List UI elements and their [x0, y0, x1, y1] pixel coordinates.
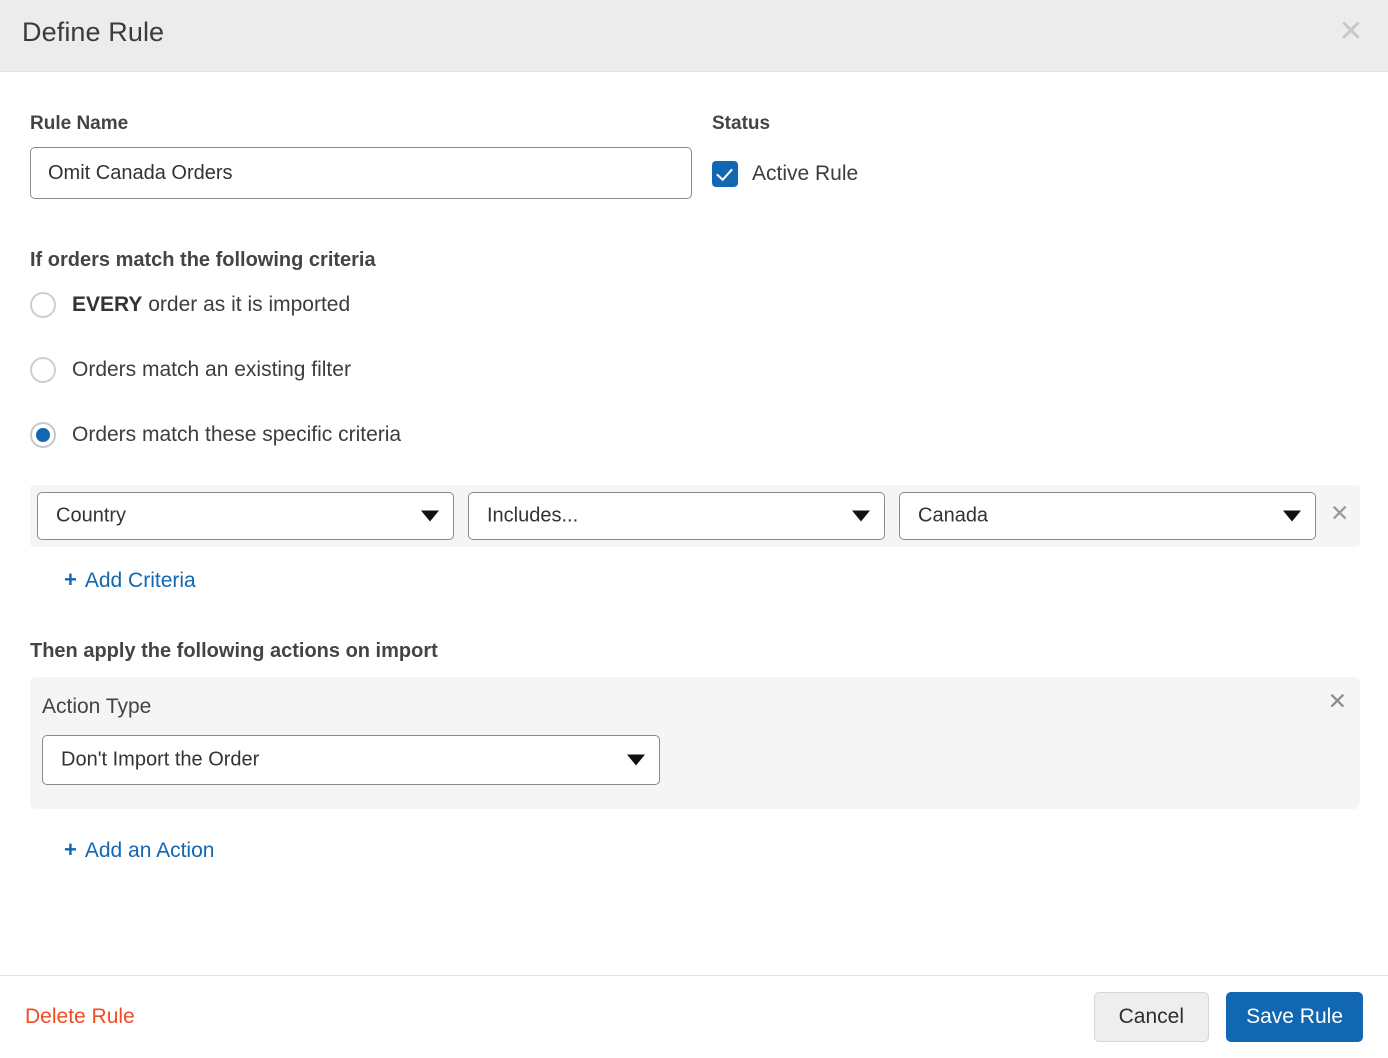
criteria-field-value: Country: [56, 504, 127, 527]
criteria-value-select[interactable]: Canada: [899, 492, 1316, 540]
rule-name-label: Rule Name: [30, 113, 129, 134]
action-row: Action Type Don't Import the Order ✕: [30, 677, 1360, 809]
radio-option-existing-filter[interactable]: Orders match an existing filter: [30, 357, 351, 383]
criteria-row: Country Includes... Canada ✕: [30, 485, 1360, 547]
modal-header: Define Rule ✕: [0, 0, 1388, 72]
chevron-down-icon: [1283, 510, 1301, 522]
add-criteria-label: Add Criteria: [84, 569, 196, 592]
save-rule-button[interactable]: Save Rule: [1226, 992, 1363, 1042]
criteria-operator-value: Includes...: [487, 504, 579, 527]
radio-option-every-order[interactable]: EVERY order as it is imported: [30, 292, 350, 318]
action-type-label: Action Type: [42, 695, 152, 718]
cancel-button[interactable]: Cancel: [1093, 992, 1209, 1042]
chevron-down-icon: [852, 510, 870, 522]
actions-section-heading: Then apply the following actions on impo…: [30, 640, 438, 662]
criteria-value-value: Canada: [918, 504, 989, 527]
action-type-value: Don't Import the Order: [61, 748, 260, 771]
chevron-down-icon: [421, 510, 439, 522]
active-rule-label: Active Rule: [752, 162, 859, 185]
active-rule-checkbox-row[interactable]: Active Rule: [712, 161, 858, 187]
close-icon[interactable]: ✕: [1332, 13, 1370, 51]
radio-option-label-rest: order as it is imported: [142, 293, 351, 316]
criteria-field-select[interactable]: Country: [37, 492, 454, 540]
radio-icon[interactable]: [30, 357, 56, 383]
delete-rule-button[interactable]: Delete Rule: [25, 1005, 135, 1029]
radio-selected-icon[interactable]: [30, 422, 56, 448]
add-action-button[interactable]: + Add an Action: [64, 837, 214, 863]
add-criteria-button[interactable]: + Add Criteria: [64, 567, 196, 593]
modal-footer: Delete Rule Cancel Save Rule: [0, 975, 1388, 1058]
status-label: Status: [712, 113, 771, 134]
criteria-operator-select[interactable]: Includes...: [468, 492, 885, 540]
plus-icon: +: [64, 567, 77, 592]
radio-option-label: Orders match these specific criteria: [72, 423, 402, 446]
page-title: Define Rule: [22, 17, 165, 47]
remove-action-icon[interactable]: ✕: [1328, 691, 1347, 714]
action-type-select[interactable]: Don't Import the Order: [42, 735, 660, 785]
plus-icon: +: [64, 837, 77, 862]
add-action-label: Add an Action: [84, 839, 215, 862]
remove-criteria-icon[interactable]: ✕: [1330, 503, 1349, 526]
radio-option-label: EVERY order as it is imported: [72, 293, 350, 317]
criteria-section-heading: If orders match the following criteria: [30, 249, 376, 271]
checkbox-checked-icon[interactable]: [712, 161, 738, 187]
radio-option-specific-criteria[interactable]: Orders match these specific criteria: [30, 422, 401, 448]
chevron-down-icon: [627, 754, 645, 766]
modal-body: Rule Name Status Active Rule If orders m…: [0, 72, 1388, 975]
radio-icon[interactable]: [30, 292, 56, 318]
rule-name-input[interactable]: [30, 147, 692, 199]
radio-option-label: Orders match an existing filter: [72, 358, 351, 381]
radio-option-label-bold: EVERY: [72, 293, 143, 316]
